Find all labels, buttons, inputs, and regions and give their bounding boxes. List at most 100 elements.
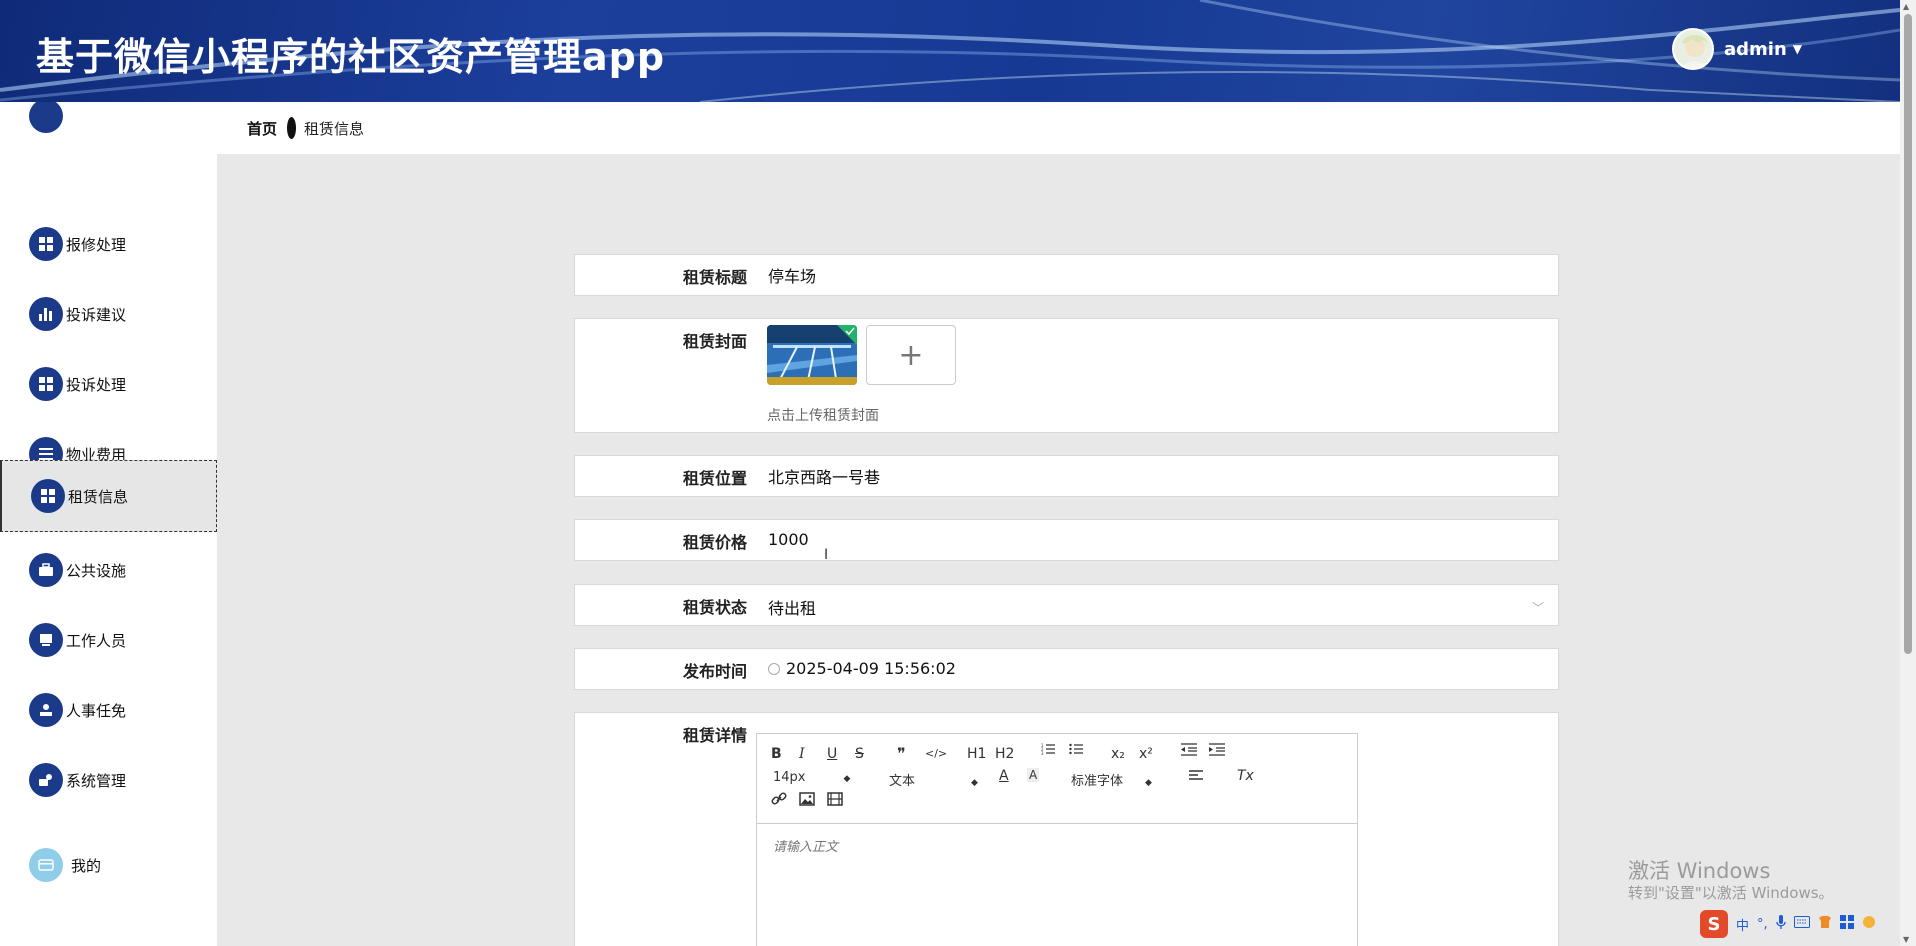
form-row-title: 租赁标题 [574,254,1559,296]
updown-icon: ◆ [1145,778,1152,788]
clock-icon [768,663,780,675]
editor-toolbar: B I U S ❞ </> H1 H2 123 x₂ x² 14px ◆ 文本 ◆ [757,734,1357,824]
sidebar-item-complaint-handling[interactable]: 投诉处理 [0,356,217,412]
publish-time-picker[interactable]: 2025-04-09 15:56:02 [768,659,956,678]
price-input[interactable] [768,530,1528,549]
sidebar-item-public-facilities[interactable]: 公共设施 [0,542,217,598]
grid-icon [29,227,63,261]
breadcrumb-home[interactable]: 首页 [247,118,277,139]
form-row-status[interactable]: 租赁状态 待出租 ﹀ [574,584,1559,626]
microphone-icon[interactable] [1776,915,1786,933]
header-select[interactable]: 文本 ◆ [889,770,978,789]
editor-content[interactable]: 请输入正文 [757,824,1357,867]
sidebar-item-mine[interactable]: 我的 [0,837,217,893]
image-icon[interactable] [799,792,815,810]
sidebar-item-hidden[interactable] [0,102,217,144]
form-row-location: 租赁位置 [574,455,1559,497]
apps-grid-icon[interactable] [1839,915,1854,933]
sidebar-item-label: 投诉处理 [66,375,127,394]
grid-icon [31,479,65,513]
publish-time-label: 发布时间 [682,662,747,681]
page-scrollbar[interactable]: ▲ ▼ [1900,0,1916,946]
breadcrumb: 首页 租赁信息 [217,102,1900,154]
font-size-value: 14px [773,770,806,785]
sidebar-item-rental-info[interactable]: 租赁信息 [0,460,217,532]
price-label: 租赁价格 [682,533,747,552]
upload-cover-button[interactable]: + [866,325,956,385]
publish-time-value: 2025-04-09 15:56:02 [786,659,956,678]
sidebar-item-personnel[interactable]: 人事任免 [0,682,217,738]
form-row-price: 租赁价格 [574,519,1559,561]
card-icon [29,848,63,882]
chevron-down-icon[interactable]: ﹀ [1532,599,1544,616]
location-input[interactable] [768,466,1528,485]
strike-button[interactable]: S [855,746,864,762]
updown-icon: ◆ [843,774,851,784]
bar-chart-icon [29,297,63,331]
monitor-icon [29,623,63,657]
font-color-icon[interactable]: A [999,768,1009,784]
sidebar-item-complaint-suggestion[interactable]: 投诉建议 [0,286,217,342]
indent-icon[interactable] [1209,742,1225,760]
video-icon[interactable] [827,792,843,810]
italic-button[interactable]: I [799,746,805,762]
sidebar-item-label: 投诉建议 [66,305,127,324]
skin-icon[interactable] [1818,915,1832,933]
location-label: 租赁位置 [682,469,747,488]
status-select[interactable]: 待出租 [768,595,816,619]
font-size-select[interactable]: 14px ◆ [773,770,850,785]
h2-button[interactable]: H2 [995,746,1014,762]
scrollbar-thumb[interactable] [1904,14,1912,654]
scroll-up-icon[interactable]: ▲ [1903,2,1909,11]
circle-icon [29,102,63,133]
outdent-icon[interactable] [1181,742,1197,760]
form-row-publish-time[interactable]: 发布时间 2025-04-09 15:56:02 [574,648,1559,690]
avatar-image [1681,35,1709,68]
status-label: 租赁状态 [682,598,747,617]
form-row-detail: 租赁详情 B I U S ❞ </> H1 H2 123 x₂ x² 14px … [574,712,1559,946]
svg-text:3: 3 [1041,751,1044,756]
caret-down-icon[interactable]: ▼ [1793,42,1802,56]
subscript-button[interactable]: x₂ [1111,746,1125,762]
sidebar-item-label: 人事任免 [66,701,127,720]
background-color-icon[interactable]: A [1027,768,1040,782]
username[interactable]: admin [1724,39,1787,60]
font-family-select[interactable]: 标准字体 ◆ [1071,770,1152,789]
link-icon[interactable] [771,792,787,810]
align-left-icon[interactable] [1189,770,1203,786]
sidebar-item-system-management[interactable]: 系统管理 [0,752,217,808]
keyboard-icon[interactable] [1793,916,1810,932]
app-title: 基于微信小程序的社区资产管理app [36,35,666,79]
bold-button[interactable]: B [771,746,782,762]
ime-toolbar: S 中 °, [1700,910,1876,938]
ime-language[interactable]: 中 [1736,915,1749,934]
punctuation-icon[interactable]: °, [1757,917,1768,932]
underline-button[interactable]: U [827,746,837,762]
title-input[interactable] [768,265,1528,284]
sidebar-item-staff[interactable]: 工作人员 [0,612,217,668]
detail-label: 租赁详情 [682,726,747,745]
more-icon[interactable] [1862,915,1876,933]
sidebar-item-repair-handling[interactable]: 报修处理 [0,216,217,272]
windows-watermark-subtitle: 转到"设置"以激活 Windows。 [1628,884,1834,902]
scroll-down-icon[interactable]: ▼ [1903,935,1909,944]
sidebar-item-label: 系统管理 [66,771,127,790]
cover-image-thumbnail[interactable] [767,325,857,385]
header-select-value: 文本 [889,774,916,789]
bullet-list-icon[interactable] [1069,742,1083,760]
cover-upload-hint: 点击上传租赁封面 [767,408,879,424]
clear-format-button[interactable]: Tx [1237,768,1254,784]
sidebar-item-label: 公共设施 [66,561,127,580]
h1-button[interactable]: H1 [967,746,986,762]
ordered-list-icon[interactable]: 123 [1041,742,1055,760]
settings-hand-icon [29,763,63,797]
blockquote-button[interactable]: ❞ [897,744,906,763]
sogou-logo-icon[interactable]: S [1700,910,1728,938]
user-menu[interactable]: admin ▼ [1672,28,1802,70]
app-header: 基于微信小程序的社区资产管理app admin ▼ [0,0,1900,102]
title-label: 租赁标题 [682,268,747,287]
avatar[interactable] [1672,28,1714,70]
sidebar-item-label: 我的 [71,856,102,875]
superscript-button[interactable]: x² [1139,746,1153,762]
code-button[interactable]: </> [925,747,947,760]
